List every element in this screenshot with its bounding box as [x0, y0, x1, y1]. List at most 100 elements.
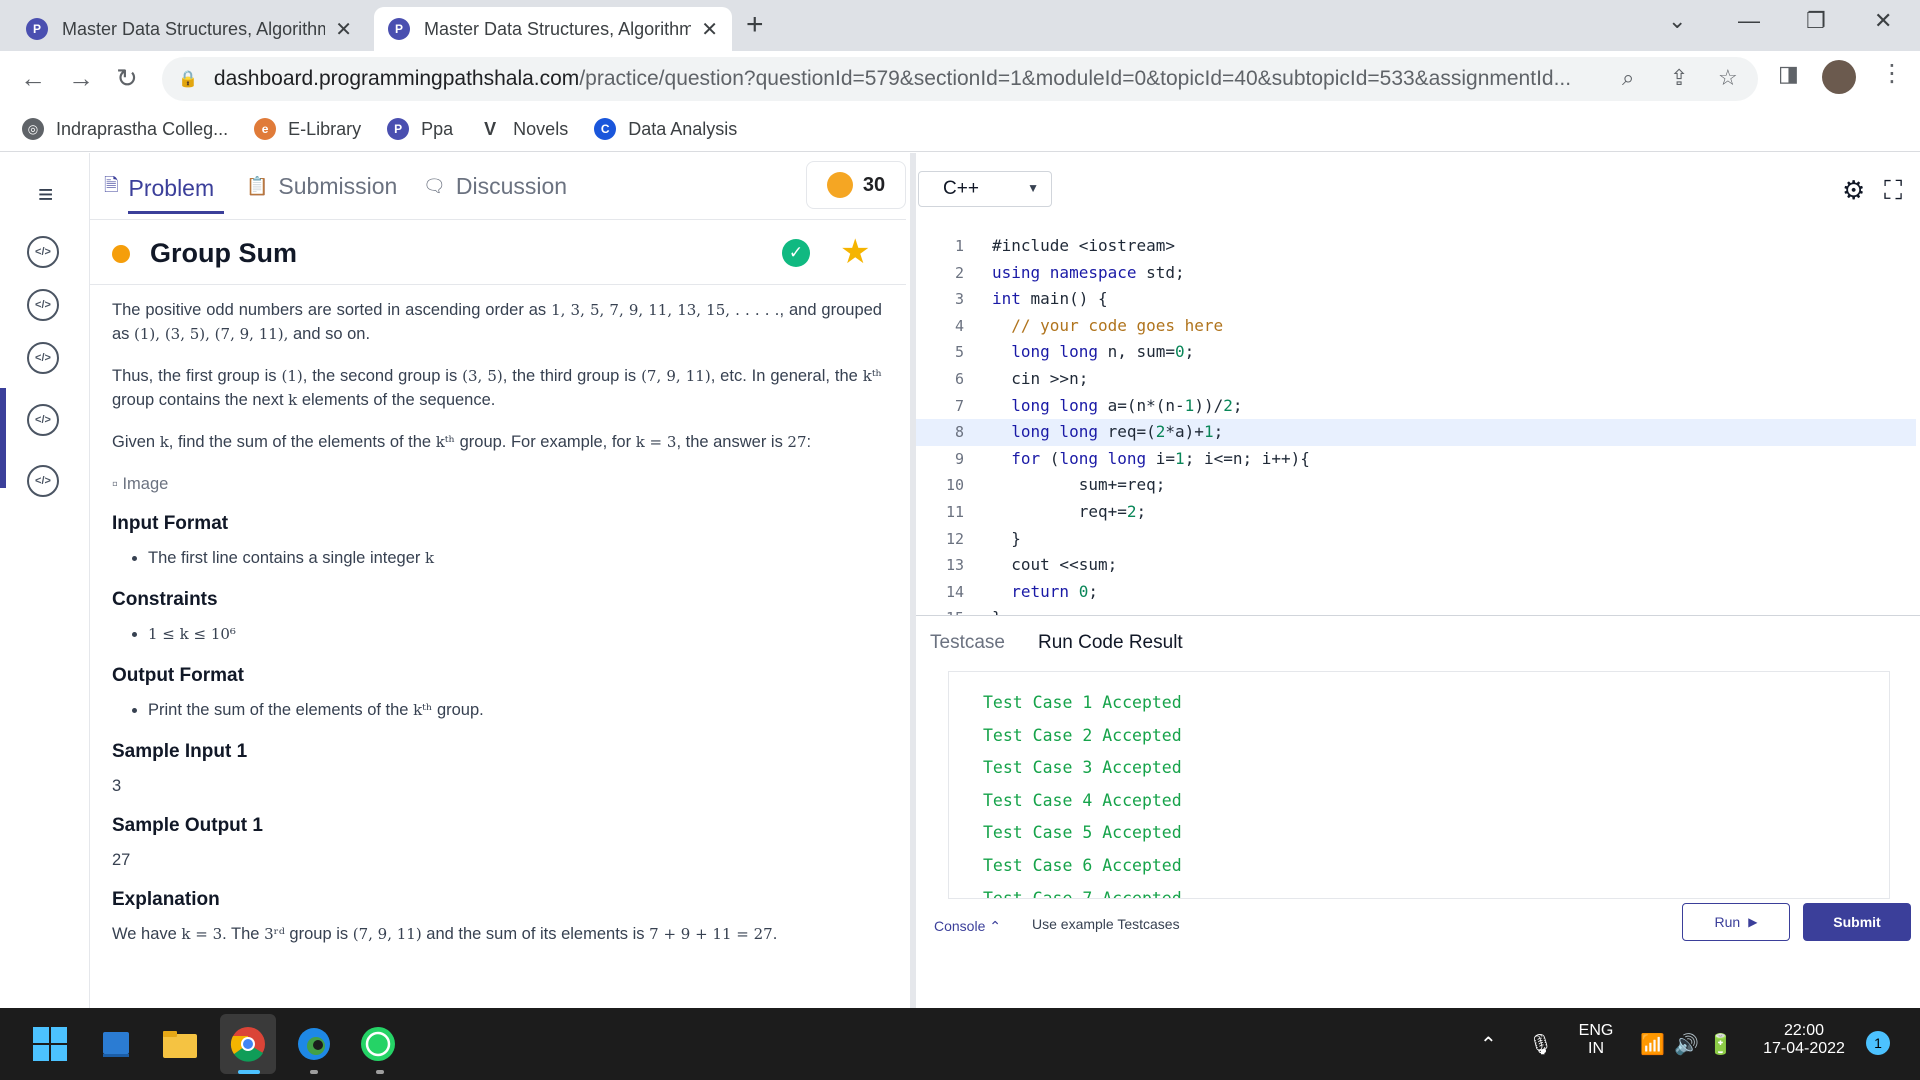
- gear-icon[interactable]: ⚙: [1842, 175, 1865, 206]
- code-line[interactable]: 13 cout <<sum;: [916, 552, 1916, 579]
- sample-input-heading: Sample Input 1: [112, 741, 248, 762]
- practice-page: ≡ </> </> </> </> </> 🗎 Problem 📋 Submis…: [0, 153, 1920, 1008]
- icon-rail: ≡ </> </> </> </> </>: [0, 153, 90, 1008]
- share-icon[interactable]: ⇪: [1670, 65, 1688, 91]
- close-icon[interactable]: ✕: [701, 17, 718, 42]
- code-line[interactable]: 7 long long a=(n*(n-1))/2;: [916, 393, 1916, 420]
- lock-icon[interactable]: 🔒: [178, 69, 198, 89]
- restore-icon[interactable]: ❐: [1806, 8, 1826, 34]
- bookmark-label: E-Library: [288, 118, 362, 139]
- broken-image: ▫ Image: [112, 475, 169, 493]
- clock[interactable]: 22:00 17-04-2022: [1754, 1022, 1854, 1058]
- editor-panel: C++ ▼ ⚙ ⛶ 1 #include <iostream> 2 using nam…: [916, 153, 1920, 1008]
- volume-icon[interactable]: 🔊: [1674, 1032, 1699, 1057]
- bookmark-item[interactable]: V Novels: [479, 118, 568, 140]
- bookmark-item[interactable]: ◎ Indraprastha Colleg...: [22, 118, 228, 140]
- code-icon[interactable]: </>: [27, 465, 59, 497]
- tab-run-result[interactable]: Run Code Result: [1038, 632, 1183, 654]
- browser-tab-active[interactable]: P Master Data Structures, Algorithm ✕: [374, 7, 732, 51]
- notification-badge[interactable]: 1: [1866, 1031, 1890, 1055]
- tab-discussion[interactable]: 🗨 Discussion: [423, 173, 567, 200]
- minimize-icon[interactable]: —: [1738, 8, 1760, 34]
- code-line[interactable]: 8 long long req=(2*a)+1;: [916, 419, 1916, 446]
- run-button[interactable]: Run ▶: [1682, 903, 1790, 941]
- zoom-icon[interactable]: ⌕: [1622, 65, 1634, 91]
- wifi-icon[interactable]: 📶: [1640, 1032, 1665, 1057]
- result-output: Test Case 1 Accepted Test Case 2 Accepte…: [948, 671, 1890, 899]
- code-icon[interactable]: </>: [27, 404, 59, 436]
- code-editor[interactable]: 1 #include <iostream> 2 using namespace std…: [916, 225, 1920, 615]
- bookmark-label: Ppa: [421, 118, 454, 139]
- fullscreen-icon[interactable]: ⛶: [1884, 175, 1902, 207]
- bookmark-item[interactable]: P Ppa: [387, 118, 453, 140]
- close-window-icon[interactable]: ✕: [1874, 8, 1892, 34]
- new-tab-icon[interactable]: +: [746, 8, 764, 42]
- star-icon[interactable]: ★: [840, 232, 870, 272]
- bookmark-item[interactable]: e E-Library: [254, 118, 361, 140]
- code-line[interactable]: 4 // your code goes here: [916, 313, 1916, 340]
- more-options-icon[interactable]: ⋮: [1880, 59, 1904, 88]
- code-line[interactable]: 5 long long n, sum=0;: [916, 339, 1916, 366]
- tab-submission[interactable]: 📋 Submission: [246, 173, 397, 200]
- code-line[interactable]: 15}: [916, 605, 1916, 615]
- bookmark-label: Indraprastha Colleg...: [56, 118, 229, 139]
- profile-avatar[interactable]: [1822, 60, 1856, 94]
- chevron-up-icon[interactable]: ⌃: [1480, 1032, 1497, 1057]
- use-example-testcases[interactable]: Use example Testcases: [1032, 916, 1180, 932]
- edge-icon[interactable]: [292, 1022, 336, 1066]
- address-bar[interactable]: 🔒 dashboard.programmingpathshala.com/pra…: [162, 57, 1758, 101]
- file-explorer-icon[interactable]: [158, 1022, 202, 1066]
- console-toggle[interactable]: Console ⌃: [934, 918, 1001, 935]
- menu-toggle-icon[interactable]: ≡: [38, 179, 53, 210]
- line-number: 12: [945, 529, 964, 548]
- back-arrow-icon[interactable]: ←: [20, 63, 46, 94]
- code-text: // your code goes here: [992, 315, 1224, 335]
- code-icon[interactable]: </>: [27, 236, 59, 268]
- code-text: cin >>n;: [992, 369, 1089, 388]
- url-text[interactable]: dashboard.programmingpathshala.com/pract…: [214, 67, 1614, 91]
- code-line[interactable]: 12 }: [916, 526, 1916, 553]
- language-select[interactable]: C++ ▼: [918, 171, 1052, 207]
- line-number: 10: [945, 476, 964, 495]
- code-icon[interactable]: </>: [27, 342, 59, 374]
- bookmark-item[interactable]: C Data Analysis: [594, 118, 737, 140]
- output-format-heading: Output Format: [112, 665, 244, 686]
- chrome-icon[interactable]: [226, 1022, 270, 1066]
- task-view-icon[interactable]: [94, 1022, 138, 1066]
- testcase-result: Test Case 4 Accepted: [983, 790, 1182, 810]
- windows-start-icon[interactable]: [28, 1022, 72, 1066]
- browser-tab[interactable]: P Master Data Structures, Algorithm ✕: [12, 7, 366, 51]
- close-icon[interactable]: ✕: [335, 17, 352, 42]
- tab-search-chevron-icon[interactable]: ⌄: [1668, 8, 1686, 34]
- tab-testcase[interactable]: Testcase: [930, 632, 1005, 654]
- code-line[interactable]: 3 int main() {: [916, 286, 1916, 313]
- bookmark-label: Novels: [513, 118, 569, 139]
- tab-problem[interactable]: 🗎 Problem: [104, 173, 214, 203]
- reload-icon[interactable]: ↻: [116, 63, 138, 94]
- side-panel-icon[interactable]: ◨: [1778, 61, 1799, 87]
- code-icon[interactable]: </>: [27, 289, 59, 321]
- chat-icon: 🗨: [423, 176, 446, 196]
- code-line[interactable]: 14 return 0;: [916, 579, 1916, 606]
- code-line[interactable]: 6 cin >>n;: [916, 366, 1916, 393]
- problem-title-row: Group Sum ✓ ★: [90, 219, 906, 285]
- code-line[interactable]: 11 req+=2;: [916, 499, 1916, 526]
- page-title: Group Sum: [150, 238, 297, 268]
- list-item: The first line contains a single integer…: [148, 546, 882, 570]
- microphone-icon[interactable]: 🎙: [1528, 1032, 1553, 1057]
- battery-icon[interactable]: 🔋: [1708, 1032, 1733, 1057]
- bookmarks-bar: ◎ Indraprastha Colleg... e E-Library P P…: [0, 107, 1920, 152]
- explanation-text: We have k = 3. The 3ʳᵈ group is (7, 9, 1…: [112, 925, 778, 943]
- forward-arrow-icon[interactable]: →: [68, 63, 94, 94]
- code-line[interactable]: 10 sum+=req;: [916, 472, 1916, 499]
- whatsapp-icon[interactable]: [356, 1022, 400, 1066]
- browser-tab-strip: P Master Data Structures, Algorithm ✕ P …: [0, 0, 1920, 51]
- bookmark-star-icon[interactable]: ☆: [1718, 65, 1738, 91]
- code-line[interactable]: 9 for (long long i=1; i<=n; i++){: [916, 446, 1916, 473]
- code-line[interactable]: 2 using namespace std;: [916, 260, 1916, 287]
- constraints-list: 1 ≤ k ≤ 10⁶: [148, 622, 882, 646]
- code-line[interactable]: 1 #include <iostream>: [916, 233, 1916, 260]
- submit-button[interactable]: Submit: [1803, 903, 1911, 941]
- line-number: 7: [954, 396, 964, 415]
- input-language[interactable]: ENG IN: [1576, 1022, 1616, 1058]
